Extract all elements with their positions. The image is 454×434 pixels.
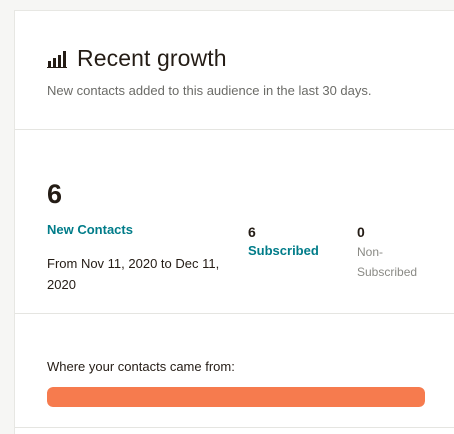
date-range: From Nov 11, 2020 to Dec 11, 2020 xyxy=(47,256,220,292)
new-contacts-link[interactable]: New Contacts xyxy=(47,222,133,237)
new-contacts-count: 6 xyxy=(47,179,63,209)
subscribed-link[interactable]: Subscribed xyxy=(248,243,319,258)
card-title: Recent growth xyxy=(77,45,227,71)
sources-bar[interactable] xyxy=(47,387,425,407)
card-header: Recent growth xyxy=(47,45,227,72)
page: Recent growth New contacts added to this… xyxy=(0,0,454,434)
card-subtitle: New contacts added to this audience in t… xyxy=(47,83,372,98)
divider xyxy=(15,427,454,428)
nonsubscribed-label: Non-Subscribed xyxy=(357,245,418,279)
sources-label: Where your contacts came from: xyxy=(47,359,235,374)
sources-bar-fill xyxy=(47,387,425,407)
bar-chart-icon xyxy=(47,50,69,68)
nonsubscribed-count: 0 xyxy=(357,224,365,240)
subscribed-count: 6 xyxy=(248,224,256,240)
divider xyxy=(15,129,454,130)
recent-growth-card: Recent growth New contacts added to this… xyxy=(14,10,454,434)
divider xyxy=(15,313,454,314)
